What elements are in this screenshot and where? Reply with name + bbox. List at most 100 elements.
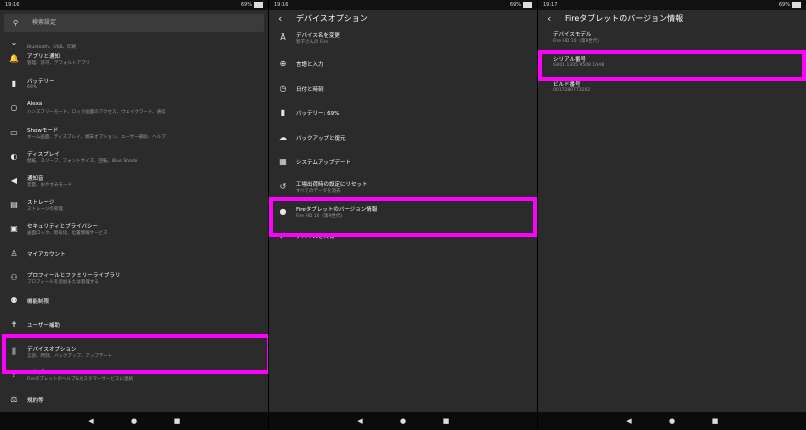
speaker-icon: ◀ [10,176,18,185]
battery-percent: 69% [509,2,521,8]
page-title: デバイスオプション [296,14,368,23]
monitor-icon: ▭ [10,128,18,137]
list-item-title: Alexa [27,101,43,107]
list-item-subtitle: ハンズフリーモード、ロック画面のアクセス、ウェイクワード、通信 [27,110,166,115]
list-item[interactable]: ⊕ 言語と入力 [269,59,537,82]
list-item[interactable]: ☁ バックアップと復元 [269,133,537,156]
rename-icon: Ā [280,33,286,42]
update-icon: ▦ [279,157,287,166]
bell-icon: 🔔 [9,54,19,63]
list-item-subtitle: 69% [27,85,38,90]
list-item-subtitle: 音量、おやすみモード [27,183,72,188]
lock-icon: ▣ [10,224,18,233]
nav-recent-button[interactable]: ■ [172,416,182,426]
list-item[interactable]: ◐ ディスプレイ 壁紙、スリープ、フォントサイズ、回転、Blue Shade [0,150,268,172]
nav-home-button[interactable]: ● [667,416,677,426]
nav-bar: ◀ ● ■ [538,412,806,430]
list-item-subtitle: ホーム画面、ディスプレイ、端末オプション、ユーザー補助、ヘルプ [27,135,166,140]
list-item[interactable]: ⚉ 機能制限 [0,296,268,319]
list-item-title: システムアップデート [296,160,351,166]
list-item[interactable]: ▦ システムアップデート [269,157,537,180]
status-time: 19:17 [543,2,558,8]
status-bar: 19:16 69% [269,0,537,10]
restriction-icon: ⚉ [10,296,18,305]
list-item[interactable]: ◀ 通知音 音量、おやすみモード [0,174,268,196]
list-item-title: 日付と時刻 [296,87,324,93]
list-item-title: バックアップと復元 [296,136,346,142]
list-item[interactable]: ▮ バッテリー: 69% [269,108,537,131]
list-item[interactable]: ♙ マイアカウント [0,249,268,272]
settings-panel: 19:16 69% ⚲ 検索設定 ⌄ Bluetooth、USB、印刷 🔔 アプリと通… [0,0,268,430]
list-item-title: デバイス名を変更 [296,33,340,39]
status-bar: 19:16 69% [0,0,268,10]
alexa-icon: ○ [10,103,18,112]
accessibility-icon: ✝ [10,320,18,329]
list-item-title: バッテリー [27,79,55,85]
list-item-subtitle: Fireタブレットのヘルプ&カスタマーサービスに連絡 [27,377,133,382]
list-item-subtitle: Fire HD 10（第9世代） [553,39,602,44]
list-item-subtitle: プロフィールを追加または管理する [27,280,99,285]
list-item[interactable]: ▮ バッテリー 69% [0,77,268,99]
nav-home-button[interactable]: ● [129,416,139,426]
battery-icon: ▮ [11,79,17,88]
app-bar: ‹ デバイスオプション [269,10,537,28]
nav-bar: ◀ ● ■ [0,412,268,430]
storage-icon: ▤ [10,200,18,209]
list-item[interactable]: 🔔 アプリと通知 管理、許可、デフォルトアプリ [0,52,268,74]
list-item[interactable]: ▣ セキュリティとプライバシー 画面ロック、暗号化、位置情報サービス [0,222,268,244]
highlight-box [538,50,806,81]
search-input[interactable]: ⚲ 検索設定 [4,14,264,32]
status-battery: 69% [241,0,263,10]
list-item-title: プロフィールとファミリーライブラリ [27,273,121,279]
list-item-subtitle: 画面ロック、暗号化、位置情報サービス [27,231,108,236]
list-item-title: 機能制限 [27,299,50,305]
list-item-title: バッテリー: 69% [296,111,340,117]
list-item-subtitle: ストレージの管理 [27,207,63,212]
list-item-title: ビルド番号 [553,82,581,88]
legal-icon: ⚖ [10,395,18,404]
list-item-title: ディスプレイ [27,152,60,158]
status-time: 19:16 [5,2,20,8]
list-item[interactable]: ○ Alexa ハンズフリーモード、ロック画面のアクセス、ウェイクワード、通信 [0,101,268,123]
list-item-title: デバイスモデル [553,32,592,38]
nav-back-button[interactable]: ◀ [355,416,365,426]
list-item[interactable]: Ā デバイス名を変更 智子さんの Fire [269,31,537,53]
list-item-subtitle: すべてのデータを消去 [296,189,341,194]
list-item[interactable]: ▭ Showモード ホーム画面、ディスプレイ、端末オプション、ユーザー補助、ヘルプ [0,126,268,148]
back-arrow-icon[interactable]: ‹ [278,12,282,25]
chevron-down-icon: ⌄ [10,38,18,47]
globe-icon: ⊕ [279,59,287,68]
version-info-panel: 19:17 69% ‹ Fireタブレットのバージョン情報 デバイスモデル Fir… [538,0,806,430]
search-icon: ⚲ [13,19,19,27]
backup-icon: ☁ [279,133,287,142]
list-item-subtitle: 智子さんの Fire [296,40,328,45]
list-item-subtitle: 壁紙、スリープ、フォントサイズ、回転、Blue Shade [27,159,138,164]
list-item[interactable]: ビルド番号 0017280773202 [538,80,806,102]
highlight-box [269,197,537,237]
nav-back-button[interactable]: ◀ [624,416,634,426]
highlight-box [2,334,268,374]
reset-icon: ↺ [279,182,287,191]
list-item-title: ストレージ [27,200,55,206]
list-item-title: 言語と入力 [296,62,324,68]
nav-recent-button[interactable]: ■ [441,416,451,426]
list-item[interactable]: ◷ 日付と時刻 [269,84,537,107]
list-item[interactable]: ⚇ プロフィールとファミリーライブラリ プロフィールを追加または管理する [0,271,268,293]
account-icon: ♙ [10,249,18,258]
brightness-icon: ◐ [10,152,18,161]
nav-back-button[interactable]: ◀ [86,416,96,426]
battery-percent: 69% [778,2,790,8]
list-item[interactable]: デバイスモデル Fire HD 10（第9世代） [538,30,806,52]
status-time: 19:16 [274,2,289,8]
clock-icon: ◷ [279,84,287,93]
list-item-subtitle: 管理、許可、デフォルトアプリ [27,61,90,66]
back-arrow-icon[interactable]: ‹ [547,12,551,25]
nav-home-button[interactable]: ● [398,416,408,426]
list-item-title: アプリと通知 [27,54,61,60]
list-item-title: 工場出荷時の設定にリセット [296,182,368,188]
nav-recent-button[interactable]: ■ [710,416,720,426]
list-item[interactable]: ▤ ストレージ ストレージの管理 [0,198,268,220]
status-battery: 69% [510,0,532,10]
list-item-title: ユーザー補助 [27,323,60,329]
battery-percent: 69% [240,2,252,8]
